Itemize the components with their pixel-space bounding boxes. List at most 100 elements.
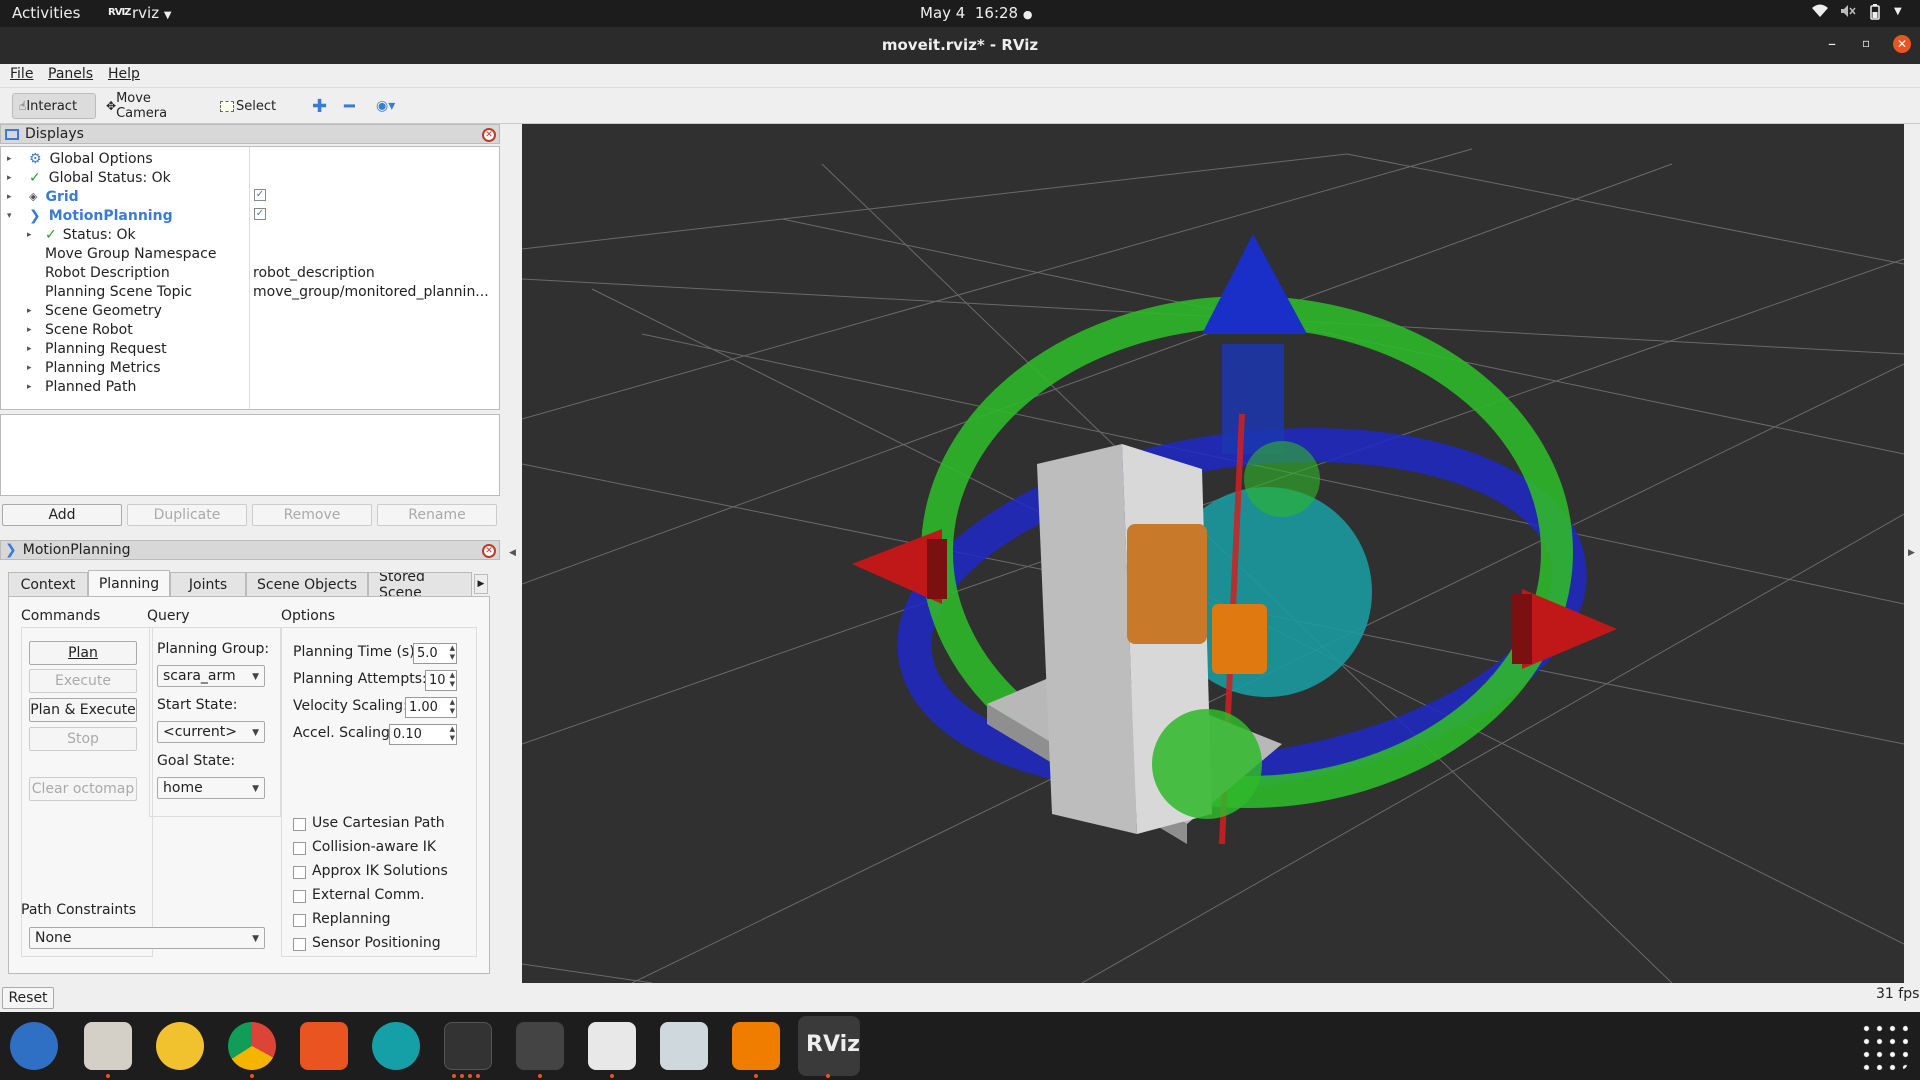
rviz-icon[interactable]: RViz	[798, 1016, 860, 1076]
tab-joints[interactable]: Joints	[170, 572, 246, 596]
expand-arrow-icon[interactable]: ▸	[27, 363, 39, 373]
files-icon[interactable]	[84, 1022, 132, 1070]
green-marker-sphere[interactable]	[1152, 709, 1262, 819]
execute-button[interactable]: Execute	[29, 669, 137, 693]
tab-context[interactable]: Context	[8, 572, 88, 596]
expand-arrow-icon[interactable]: ▸	[27, 306, 39, 316]
remove-display-button[interactable]: Remove	[252, 504, 372, 526]
green-marker-upper[interactable]	[1244, 441, 1320, 517]
3d-viewport[interactable]	[522, 124, 1904, 983]
tab-planning[interactable]: Planning	[88, 570, 170, 596]
app-grid-icon[interactable]	[1860, 1022, 1908, 1070]
planning-attempts-spinbox[interactable]: 10 ▲ ▼	[425, 670, 457, 691]
expand-arrow-icon[interactable]: ▸	[27, 230, 39, 240]
rhythmbox-icon[interactable]	[156, 1022, 204, 1070]
tree-row-status[interactable]: ▸ ✓ Status: Ok	[27, 225, 136, 244]
collision-aware-ik-checkbox[interactable]	[293, 842, 306, 855]
maximize-icon[interactable]: ▫	[1862, 36, 1870, 50]
interact-button[interactable]: ☝ Interact	[12, 93, 96, 119]
volume-icon[interactable]	[1840, 4, 1856, 22]
package-icon[interactable]	[732, 1022, 780, 1070]
rename-display-button[interactable]: Rename	[377, 504, 497, 526]
spin-arrows-icon[interactable]: ▲ ▼	[450, 698, 455, 716]
stop-button[interactable]: Stop	[29, 727, 137, 751]
path-constraints-select[interactable]: None ▼	[29, 927, 265, 949]
reset-button[interactable]: Reset	[2, 987, 54, 1009]
text-editor-icon[interactable]	[588, 1022, 636, 1070]
spin-arrows-icon[interactable]: ▲ ▼	[450, 671, 455, 689]
tree-row-scene-robot[interactable]: ▸ Scene Robot	[27, 320, 133, 339]
wifi-icon[interactable]	[1812, 4, 1828, 22]
app-center-icon[interactable]	[300, 1022, 348, 1070]
camera-type-icon[interactable]: ◉▾	[370, 93, 401, 119]
external-comm-checkbox[interactable]	[293, 890, 306, 903]
menu-file[interactable]: File	[10, 66, 33, 82]
move-camera-button[interactable]: ✥ Move Camera	[100, 91, 200, 121]
close-panel-icon[interactable]: ✕	[482, 128, 496, 142]
grid-enabled-checkbox[interactable]: ✓	[254, 189, 266, 201]
velocity-scaling-spinbox[interactable]: 1.00 ▲ ▼	[405, 697, 457, 718]
expand-arrow-icon[interactable]: ▸	[27, 344, 39, 354]
expand-arrow-icon[interactable]: ▸	[27, 382, 39, 392]
expand-arrow-icon[interactable]: ▸	[7, 173, 19, 183]
tree-row-scene-geometry[interactable]: ▸ Scene Geometry	[27, 301, 162, 320]
tree-row-planning-request[interactable]: ▸ Planning Request	[27, 339, 167, 358]
approx-ik-solutions-checkbox[interactable]	[293, 866, 306, 879]
planning-time-spinbox[interactable]: 5.0 ▲ ▼	[413, 643, 457, 664]
clock[interactable]: May 4 16:28 ●	[920, 4, 1033, 22]
tree-row-grid[interactable]: ▸ ◈ Grid	[7, 187, 79, 206]
spin-arrows-icon[interactable]: ▲ ▼	[450, 644, 455, 662]
arduino-icon[interactable]	[372, 1022, 420, 1070]
tree-row-move-group-namespace[interactable]: Move Group Namespace	[45, 244, 216, 263]
tab-stored-scene[interactable]: Stored Scene	[368, 572, 472, 596]
planning-group-select[interactable]: scara_arm ▼	[157, 665, 265, 687]
start-state-select[interactable]: <current> ▼	[157, 721, 265, 743]
sublime-text-icon[interactable]	[516, 1022, 564, 1070]
chrome-icon[interactable]	[228, 1022, 276, 1070]
close-window-icon[interactable]: ✕	[1893, 35, 1911, 53]
tree-row-global-status[interactable]: ▸ ✓ Global Status: Ok	[7, 168, 171, 187]
tree-row-robot-description[interactable]: Robot Description	[45, 263, 170, 282]
activities-button[interactable]: Activities	[12, 4, 80, 22]
sensor-positioning-checkbox[interactable]	[293, 938, 306, 951]
menu-help[interactable]: Help	[108, 66, 140, 82]
tree-row-planned-path[interactable]: ▸ Planned Path	[27, 377, 136, 396]
robot-description-value[interactable]: robot_description	[253, 263, 375, 282]
image-viewer-icon[interactable]	[660, 1022, 708, 1070]
collapse-arrow-icon[interactable]: ▾	[7, 211, 19, 221]
tree-row-planning-scene-topic[interactable]: Planning Scene Topic	[45, 282, 192, 301]
collapse-left-arrow-icon[interactable]: ◀	[509, 548, 516, 558]
remove-tool-icon[interactable]: ━	[338, 93, 361, 119]
clear-octomap-button[interactable]: Clear octomap	[29, 777, 137, 801]
tree-row-planning-metrics[interactable]: ▸ Planning Metrics	[27, 358, 161, 377]
minimize-icon[interactable]: –	[1828, 34, 1836, 53]
tree-row-global-options[interactable]: ▸ ⚙ Global Options	[7, 149, 153, 168]
accel-scaling-spinbox[interactable]: 0.10 ▲ ▼	[389, 724, 457, 745]
duplicate-display-button[interactable]: Duplicate	[127, 504, 247, 526]
plan-and-execute-button[interactable]: Plan & Execute	[29, 698, 137, 722]
tab-scene-objects[interactable]: Scene Objects	[246, 572, 368, 596]
thunderbird-icon[interactable]	[10, 1022, 58, 1070]
plan-button[interactable]: Plan	[29, 641, 137, 665]
terminal-icon[interactable]	[444, 1022, 492, 1070]
spin-arrows-icon[interactable]: ▲ ▼	[450, 725, 455, 743]
expand-arrow-icon[interactable]: ▸	[27, 325, 39, 335]
add-tool-icon[interactable]: ✚	[306, 93, 333, 119]
planning-scene-topic-value[interactable]: move_group/monitored_plannin...	[253, 282, 489, 301]
select-button[interactable]: Select	[214, 93, 284, 119]
power-menu-icon[interactable]: ▼	[1894, 6, 1902, 17]
tree-row-motion-planning[interactable]: ▾ ❯ MotionPlanning	[7, 206, 173, 225]
use-cartesian-path-checkbox[interactable]	[293, 818, 306, 831]
expand-arrow-icon[interactable]: ▸	[7, 154, 19, 164]
replanning-checkbox[interactable]	[293, 914, 306, 927]
close-panel-icon[interactable]: ✕	[482, 544, 496, 558]
goal-state-select[interactable]: home ▼	[157, 777, 265, 799]
expand-arrow-icon[interactable]: ▸	[7, 192, 19, 202]
window-title-bar[interactable]: moveit.rviz* - RViz – ▫ ✕	[0, 27, 1920, 64]
tab-scroll-right-icon[interactable]: ▶	[474, 574, 488, 594]
menu-panels[interactable]: Panels	[48, 66, 93, 82]
z-axis-arrow[interactable]	[1202, 234, 1307, 334]
motion-planning-enabled-checkbox[interactable]: ✓	[254, 208, 266, 220]
collapse-right-arrow-icon[interactable]: ▶	[1908, 548, 1915, 558]
battery-icon[interactable]	[1870, 4, 1880, 24]
